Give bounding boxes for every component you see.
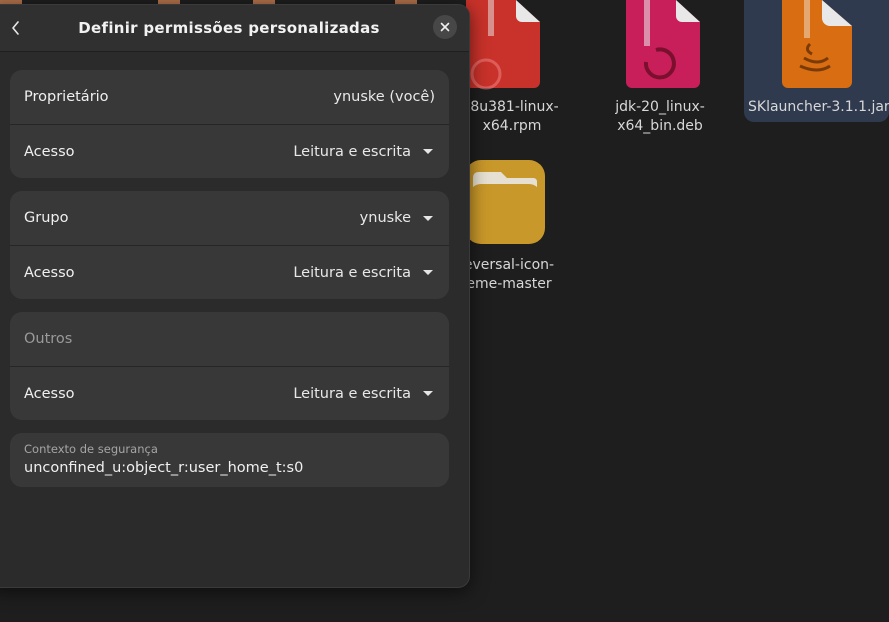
- owner-row: Proprietário ynuske (você): [10, 70, 449, 124]
- dialog-headerbar: Definir permissões personalizadas: [0, 5, 469, 52]
- security-context-caption: Contexto de segurança: [24, 442, 158, 456]
- group-group: Grupo ynuske Acesso Leitura e escrita: [10, 191, 449, 299]
- group-dropdown[interactable]: ynuske: [360, 210, 435, 226]
- file-name-line: SKlauncher-3.1.1.jar: [748, 99, 889, 115]
- others-access-row: Acesso Leitura e escrita: [10, 366, 449, 420]
- owner-group: Proprietário ynuske (você) Acesso Leitur…: [10, 70, 449, 178]
- dropdown-arrow-icon: [423, 391, 433, 396]
- security-context-value: unconfined_u:object_r:user_home_t:s0: [24, 460, 304, 476]
- deb-package-icon[interactable]: [620, 0, 702, 94]
- owner-access-dropdown[interactable]: Leitura e escrita: [293, 144, 435, 160]
- file-name-line: x64.rpm: [482, 118, 542, 134]
- file-name-line: jdk-20_linux-: [615, 99, 705, 115]
- others-label: Outros: [24, 331, 73, 347]
- owner-access-label: Acesso: [24, 143, 75, 160]
- group-access-label: Acesso: [24, 264, 75, 281]
- jar-file-icon[interactable]: [776, 0, 858, 94]
- file-name-line: -8u381-linux-: [465, 99, 559, 115]
- file-name-line: eme-master: [466, 276, 552, 292]
- others-access-label: Acesso: [24, 385, 75, 402]
- others-row: Outros: [10, 312, 449, 366]
- file-name-line: eversal-icon-: [463, 257, 555, 273]
- file-deb[interactable]: jdk-20_linux- x64_bin.deb: [608, 98, 712, 136]
- file-folder[interactable]: eversal-icon- eme-master: [462, 256, 556, 294]
- group-value: ynuske: [359, 210, 411, 226]
- custom-permissions-dialog: Definir permissões personalizadas Propri…: [0, 4, 470, 588]
- others-access-dropdown[interactable]: Leitura e escrita: [293, 386, 435, 402]
- folder-icon[interactable]: [463, 158, 547, 250]
- rpm-package-icon[interactable]: [460, 0, 542, 94]
- file-jar[interactable]: SKlauncher-3.1.1.jar: [748, 98, 889, 117]
- group-access-dropdown[interactable]: Leitura e escrita: [293, 265, 435, 281]
- file-name-line: x64_bin.deb: [617, 118, 703, 134]
- file-rpm[interactable]: -8u381-linux- x64.rpm: [462, 98, 562, 136]
- close-icon: [440, 22, 450, 32]
- group-access-value: Leitura e escrita: [293, 264, 411, 281]
- owner-value: ynuske (você): [333, 89, 435, 105]
- dropdown-arrow-icon: [423, 270, 433, 275]
- security-context-field: Contexto de segurança unconfined_u:objec…: [10, 433, 449, 487]
- dialog-title: Definir permissões personalizadas: [78, 19, 380, 37]
- owner-label: Proprietário: [24, 89, 109, 105]
- group-row: Grupo ynuske: [10, 191, 449, 245]
- others-access-value: Leitura e escrita: [293, 385, 411, 402]
- owner-access-row: Acesso Leitura e escrita: [10, 124, 449, 178]
- dropdown-arrow-icon: [423, 149, 433, 154]
- group-label: Grupo: [24, 210, 69, 226]
- others-group: Outros Acesso Leitura e escrita: [10, 312, 449, 420]
- close-button[interactable]: [433, 15, 457, 39]
- owner-access-value: Leitura e escrita: [293, 143, 411, 160]
- group-access-row: Acesso Leitura e escrita: [10, 245, 449, 299]
- dropdown-arrow-icon: [423, 215, 433, 221]
